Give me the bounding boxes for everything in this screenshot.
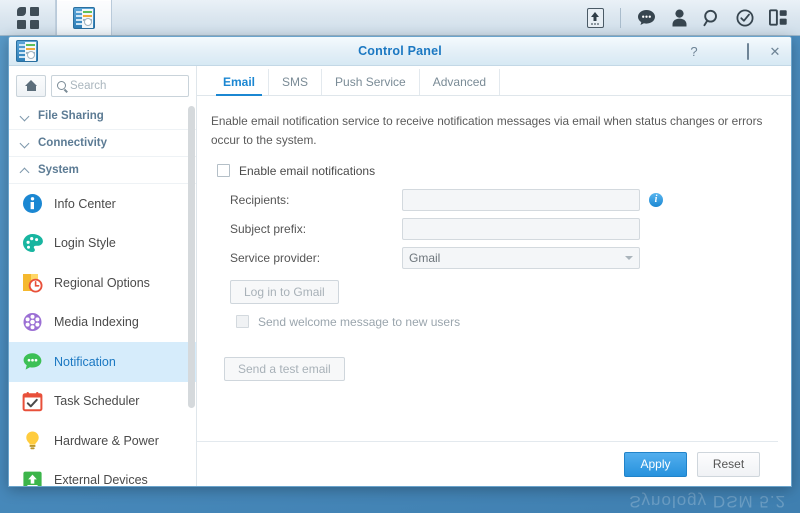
control-panel-icon xyxy=(73,6,95,29)
search-box[interactable] xyxy=(51,74,189,97)
sidebar-item-login-style[interactable]: Login Style xyxy=(9,224,196,264)
sidebar-scrollbar[interactable] xyxy=(188,106,195,408)
recipients-row: Recipients: i xyxy=(211,188,771,211)
media-indexing-icon xyxy=(22,312,43,333)
notifications-icon[interactable] xyxy=(636,7,656,29)
sidebar-group-file-sharing[interactable]: File Sharing xyxy=(9,103,196,130)
service-provider-row: Service provider: Gmail xyxy=(211,246,771,269)
sidebar-group-label: Connectivity xyxy=(38,137,108,149)
sidebar-item-label: External Devices xyxy=(54,473,148,486)
chevron-down-icon xyxy=(625,255,633,260)
chevron-down-icon xyxy=(21,139,30,148)
subject-prefix-label: Subject prefix: xyxy=(230,221,307,236)
search-input[interactable] xyxy=(70,79,183,92)
sidebar-item-hardware-power[interactable]: Hardware & Power xyxy=(9,421,196,461)
content-area: Email SMS Push Service Advanced Enable e… xyxy=(197,66,791,486)
reset-button[interactable]: Reset xyxy=(697,451,760,477)
notification-icon xyxy=(22,351,43,372)
tab-email[interactable]: Email xyxy=(210,69,270,96)
sidebar-item-label: Media Indexing xyxy=(54,315,139,330)
task-scheduler-icon xyxy=(22,391,43,412)
subject-prefix-input[interactable] xyxy=(402,217,640,240)
send-welcome-message-row[interactable]: Send welcome message to new users xyxy=(211,315,771,329)
sidebar-item-label: Info Center xyxy=(54,196,116,211)
tab-sms[interactable]: SMS xyxy=(269,69,323,95)
sidebar: File Sharing Connectivity System Info Ce… xyxy=(9,66,197,486)
enable-email-notifications-row[interactable]: Enable email notifications xyxy=(211,164,771,178)
sidebar-item-label: Task Scheduler xyxy=(54,394,140,409)
info-center-icon xyxy=(22,193,43,214)
taskbar-app-control-panel[interactable] xyxy=(56,0,112,35)
sidebar-group-system[interactable]: System xyxy=(9,157,196,184)
taskbar-tray xyxy=(585,0,800,35)
maximize-button[interactable] xyxy=(741,42,755,60)
taskbar xyxy=(0,0,800,36)
enable-email-notifications-label: Enable email notifications xyxy=(239,163,376,178)
search-icon[interactable] xyxy=(702,7,722,29)
sidebar-item-media-indexing[interactable]: Media Indexing xyxy=(9,303,196,343)
sidebar-item-task-scheduler[interactable]: Task Scheduler xyxy=(9,382,196,422)
upload-queue-icon[interactable] xyxy=(585,7,605,29)
widgets-icon[interactable] xyxy=(768,7,788,29)
window-body: File Sharing Connectivity System Info Ce… xyxy=(9,66,791,486)
chevron-up-icon xyxy=(21,166,30,175)
tab-push-service[interactable]: Push Service xyxy=(322,69,420,95)
sidebar-item-label: Hardware & Power xyxy=(54,433,159,448)
login-to-gmail-button[interactable]: Log in to Gmail xyxy=(230,279,339,304)
main-menu-button[interactable] xyxy=(0,0,56,35)
window-controls: ? ✕ xyxy=(687,42,782,60)
search-icon xyxy=(57,81,66,90)
sidebar-toolbar xyxy=(9,71,196,100)
sidebar-item-info-center[interactable]: Info Center xyxy=(9,184,196,224)
recipients-input[interactable] xyxy=(402,188,640,211)
close-button[interactable]: ✕ xyxy=(768,45,782,58)
subject-prefix-row: Subject prefix: xyxy=(211,217,771,240)
control-panel-window: Control Panel ? ✕ File Sh xyxy=(8,36,792,487)
send-test-email-button[interactable]: Send a test email xyxy=(224,356,345,381)
regional-options-icon xyxy=(22,272,43,293)
chevron-down-icon xyxy=(21,112,30,121)
taskbar-spacer xyxy=(112,0,585,35)
email-settings-panel: Enable email notification service to rec… xyxy=(197,96,791,441)
sidebar-scroll-area: File Sharing Connectivity System Info Ce… xyxy=(9,103,196,486)
window-titlebar[interactable]: Control Panel ? ✕ xyxy=(9,37,791,66)
hardware-power-icon xyxy=(22,430,43,451)
enable-email-notifications-checkbox[interactable] xyxy=(217,164,230,178)
sidebar-group-label: File Sharing xyxy=(38,110,104,122)
recipients-label: Recipients: xyxy=(230,192,290,207)
app-grid-icon xyxy=(16,6,39,29)
send-welcome-message-label: Send welcome message to new users xyxy=(258,314,461,329)
user-options-icon[interactable] xyxy=(669,7,689,29)
sidebar-item-external-devices[interactable]: External Devices xyxy=(9,461,196,486)
panel-description: Enable email notification service to rec… xyxy=(211,114,763,148)
sidebar-item-regional-options[interactable]: Regional Options xyxy=(9,263,196,303)
sidebar-item-label: Regional Options xyxy=(54,275,150,290)
help-button[interactable]: ? xyxy=(687,45,701,58)
desktop-watermark: Synology DSM 5.2 xyxy=(629,492,786,511)
login-style-icon xyxy=(22,233,43,254)
home-button[interactable] xyxy=(16,74,46,97)
apply-button[interactable]: Apply xyxy=(624,451,687,477)
help-icon[interactable] xyxy=(735,7,755,29)
sidebar-group-label: System xyxy=(38,164,79,176)
home-icon xyxy=(24,80,38,91)
recipients-info-icon[interactable]: i xyxy=(649,192,663,207)
service-provider-select[interactable]: Gmail xyxy=(402,246,640,269)
sidebar-item-label: Login Style xyxy=(54,236,116,251)
window-title: Control Panel xyxy=(358,44,442,58)
sidebar-item-notification[interactable]: Notification xyxy=(9,342,196,382)
tab-advanced[interactable]: Advanced xyxy=(420,69,501,95)
tab-bar: Email SMS Push Service Advanced xyxy=(197,66,791,96)
external-devices-icon xyxy=(22,470,43,486)
service-provider-label: Service provider: xyxy=(230,250,321,265)
dialog-footer: Apply Reset xyxy=(197,441,778,486)
sidebar-item-label: Notification xyxy=(54,354,116,369)
service-provider-value: Gmail xyxy=(409,250,441,265)
sidebar-group-connectivity[interactable]: Connectivity xyxy=(9,130,196,157)
send-welcome-message-checkbox[interactable] xyxy=(236,315,249,329)
tray-divider xyxy=(620,7,621,28)
